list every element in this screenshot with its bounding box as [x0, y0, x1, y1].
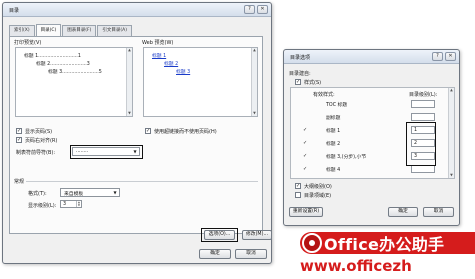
- print-preview-box: 标题 1..........................1 标题 2....…: [15, 47, 133, 117]
- formats-select[interactable]: 来自模板 ▼: [60, 188, 120, 197]
- toc-dialog-titlebar: 目录 ? ✕: [3, 3, 271, 17]
- watermark-title: Office办公助手: [324, 235, 445, 254]
- print-preview-line-3: 标题 3........................5: [48, 70, 102, 75]
- style-row-toc-heading[interactable]: TOC 标题: [291, 100, 454, 109]
- style-row-heading-4[interactable]: ✓ 标题 4: [291, 165, 454, 174]
- tab-index[interactable]: 索引(X): [9, 25, 35, 36]
- scroll-up-icon[interactable]: ▲: [449, 88, 454, 93]
- right-align-label: 页码右对齐(R): [25, 138, 58, 144]
- options-dialog-titlebar: 目录选项 ? ✕: [284, 50, 459, 64]
- reset-button[interactable]: 重新设置(R): [289, 207, 323, 217]
- tab-figures[interactable]: 图表目录(F): [62, 25, 97, 36]
- levels-label: 显示级别(L):: [28, 203, 57, 209]
- web-preview-link-1[interactable]: 标题 1: [152, 52, 166, 59]
- options-dialog-title: 目录选项: [290, 55, 311, 61]
- style-row-subtitle[interactable]: 副标题: [291, 113, 454, 122]
- spinner-arrows-icon[interactable]: ▲ ▼: [76, 201, 81, 207]
- style-name: TOC 标题: [326, 103, 348, 108]
- entry-fields-label: 目录项域(E): [304, 193, 332, 199]
- levels-spinner[interactable]: 3 ▲ ▼: [60, 200, 82, 208]
- style-name: 标题 1: [326, 129, 341, 134]
- toc-tabs: 索引(X) 目录(C) 图表目录(F) 引文目录(A): [9, 24, 133, 36]
- level-field[interactable]: [411, 165, 435, 173]
- close-button[interactable]: ✕: [445, 52, 456, 61]
- scroll-down-icon[interactable]: ▼: [252, 111, 257, 116]
- styles-checkbox[interactable]: ✓: [295, 79, 301, 85]
- formats-value: 来自模板: [64, 192, 84, 197]
- tab-leader-highlight: [70, 145, 143, 159]
- options-ok-button[interactable]: 确定: [388, 207, 418, 217]
- right-align-checkbox[interactable]: ✓: [16, 137, 22, 143]
- options-cancel-button[interactable]: 取消: [423, 207, 454, 217]
- print-preview-line-1: 标题 1..........................1: [24, 54, 81, 59]
- levels-value: 3: [63, 202, 67, 207]
- check-icon: ✓: [303, 127, 308, 133]
- toc-dialog: 目录 ? ✕ 索引(X) 目录(C) 图表目录(F) 引文目录(A) 打印预览(…: [2, 2, 272, 264]
- print-preview-line-2: 标题 2........................3: [36, 62, 90, 67]
- styles-list-scrollbar[interactable]: ▲ ▼: [448, 88, 454, 178]
- scroll-up-icon[interactable]: ▲: [252, 48, 257, 53]
- check-icon: ✓: [303, 140, 308, 146]
- formats-label: 格式(T):: [28, 191, 47, 197]
- outline-levels-label: 大纲级别(O): [304, 184, 332, 190]
- toc-dialog-title: 目录: [9, 8, 20, 14]
- office-logo-icon: [302, 233, 322, 253]
- web-preview-link-3[interactable]: 标题 3: [176, 68, 190, 75]
- close-button[interactable]: ✕: [257, 5, 268, 14]
- use-hyperlinks-label: 使用超链接而不使用页码(H): [154, 129, 217, 135]
- general-divider: [26, 181, 258, 182]
- scroll-down-icon[interactable]: ▼: [127, 111, 132, 116]
- check-icon: ✓: [303, 166, 308, 172]
- web-preview-scrollbar[interactable]: ▲ ▼: [251, 48, 257, 116]
- tab-authorities[interactable]: 引文目录(A): [97, 25, 132, 36]
- level-field[interactable]: [411, 113, 435, 121]
- use-hyperlinks-checkbox[interactable]: ✓: [145, 128, 151, 134]
- help-button[interactable]: ?: [244, 5, 255, 14]
- toc-level-header: 目录级别(L):: [409, 92, 438, 98]
- scroll-up-icon[interactable]: ▲: [127, 48, 132, 53]
- style-name: 标题 3,(分步),小节: [326, 155, 367, 160]
- web-preview-box: 标题 1 标题 2 标题 3 ▲ ▼: [143, 47, 258, 117]
- style-name: 副标题: [326, 116, 341, 121]
- check-icon: ✓: [303, 153, 308, 159]
- show-page-numbers-label: 显示页码(S): [25, 129, 53, 135]
- tab-toc[interactable]: 目录(C): [35, 24, 62, 36]
- build-from-label: 目录建自:: [289, 71, 311, 77]
- general-section-label: 常规: [14, 179, 25, 185]
- scroll-down-icon[interactable]: ▼: [449, 173, 454, 178]
- levels-highlight: [406, 122, 436, 166]
- web-preview-link-2[interactable]: 标题 2: [164, 60, 178, 67]
- style-name: 标题 2: [326, 142, 341, 147]
- print-preview-label: 打印预览(V): [14, 40, 42, 46]
- web-preview-label: Web 预览(W): [142, 40, 174, 46]
- style-name: 标题 4: [326, 168, 341, 173]
- help-button[interactable]: ?: [432, 52, 443, 61]
- print-preview-scrollbar[interactable]: ▲ ▼: [126, 48, 132, 116]
- available-styles-header: 有效样式:: [313, 92, 335, 98]
- styles-label: 样式(S): [304, 80, 322, 86]
- entry-fields-checkbox[interactable]: [295, 192, 301, 198]
- chevron-down-icon: ▼: [113, 190, 117, 195]
- watermark-url: www.officezh: [300, 257, 412, 275]
- outline-levels-checkbox[interactable]: ✓: [295, 183, 301, 189]
- ok-button[interactable]: 确定: [199, 249, 231, 259]
- level-field[interactable]: [411, 100, 435, 108]
- toc-options-dialog: 目录选项 ? ✕ 目录建自: ✓ 样式(S) 有效样式: 目录级别(L): TO…: [283, 49, 460, 226]
- show-page-numbers-checkbox[interactable]: ✓: [16, 128, 22, 134]
- cancel-button[interactable]: 取消: [235, 249, 267, 259]
- toc-panel: 打印预览(V) 标题 1..........................1 …: [9, 36, 272, 242]
- tab-leader-label: 制表符前导符(B):: [16, 150, 56, 156]
- modify-button[interactable]: 修改(M)...: [242, 230, 272, 240]
- options-button-highlight: [201, 228, 238, 242]
